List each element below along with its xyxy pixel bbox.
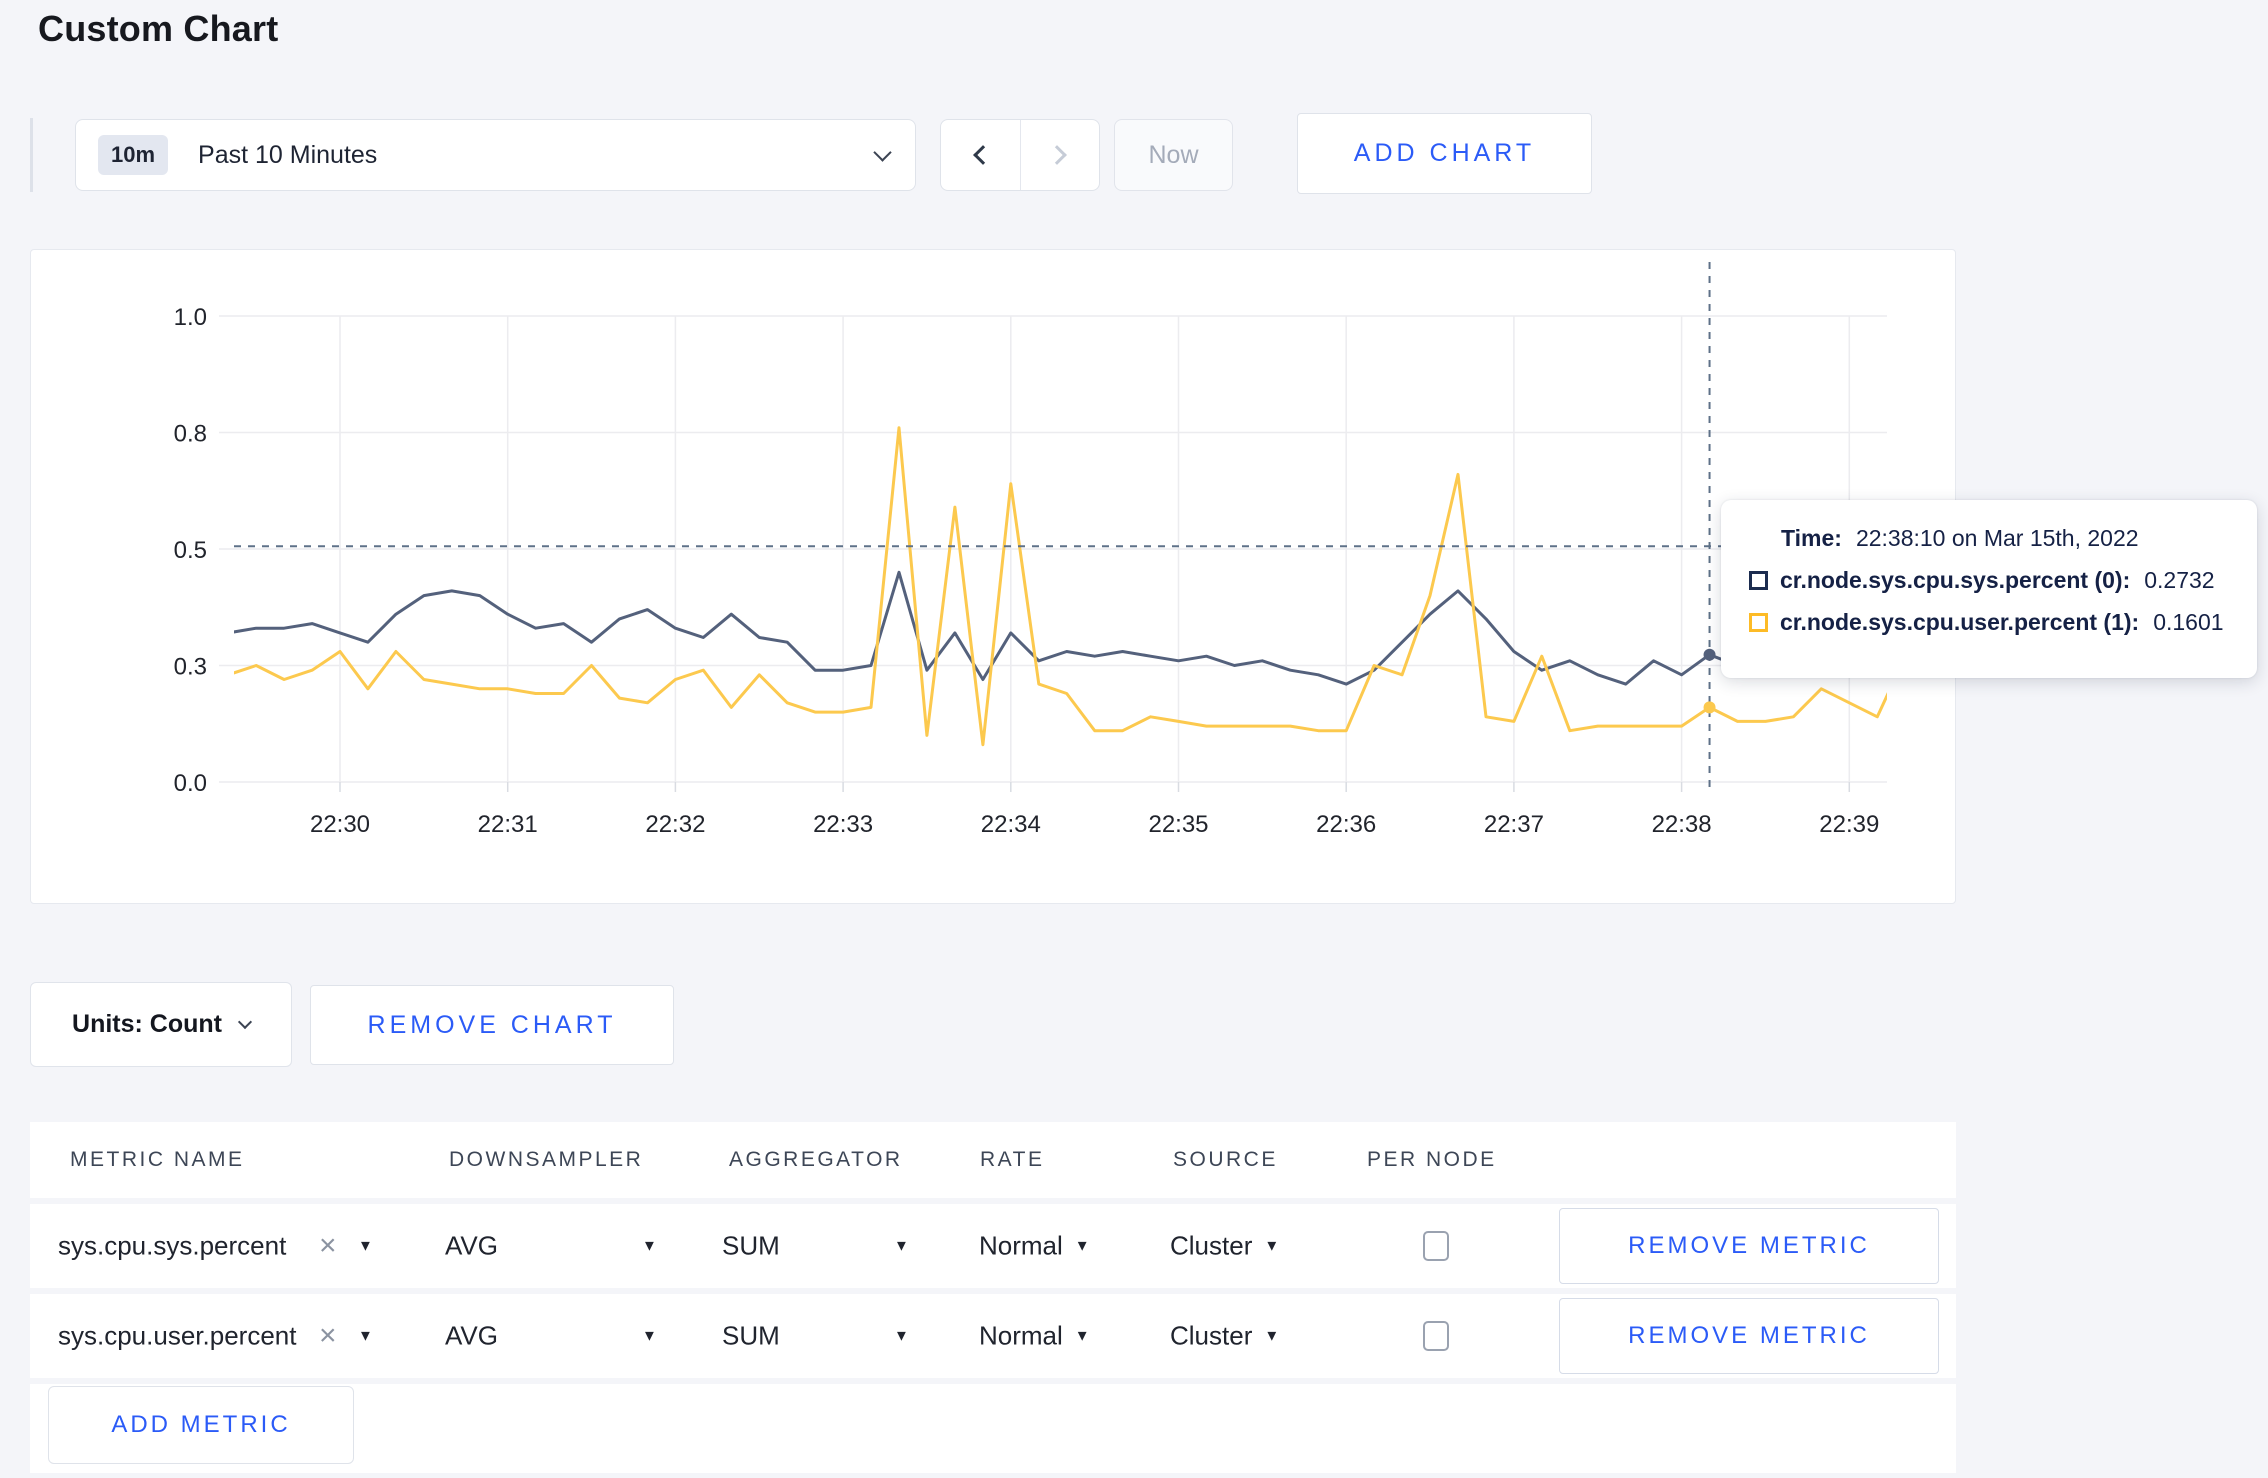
source-select[interactable]: Cluster ▼ — [1170, 1321, 1279, 1352]
toolbar-divider — [30, 118, 33, 192]
rate-select[interactable]: Normal ▼ — [979, 1321, 1090, 1352]
metrics-table-footer: ADD METRIC — [30, 1384, 1956, 1473]
chevron-left-icon — [973, 145, 994, 165]
downsampler-select[interactable]: AVG — [445, 1321, 498, 1352]
units-label: Units: Count — [72, 1010, 222, 1038]
previous-interval-button[interactable] — [941, 120, 1020, 190]
series-swatch-user-icon — [1749, 613, 1768, 632]
svg-text:22:31: 22:31 — [478, 811, 538, 838]
downsampler-select[interactable]: AVG — [445, 1231, 498, 1262]
remove-metric-button[interactable]: REMOVE METRIC — [1559, 1298, 1939, 1374]
svg-text:22:33: 22:33 — [813, 811, 873, 838]
page-title: Custom Chart — [38, 8, 279, 49]
aggregator-select[interactable]: SUM — [722, 1321, 780, 1352]
metric-caret-icon[interactable]: ▼ — [358, 1238, 373, 1255]
remove-metric-button[interactable]: REMOVE METRIC — [1559, 1208, 1939, 1284]
source-value: Cluster — [1170, 1230, 1253, 1261]
time-pager — [940, 119, 1100, 191]
svg-text:22:32: 22:32 — [645, 811, 705, 838]
svg-text:0.3: 0.3 — [174, 654, 207, 681]
chevron-down-icon — [237, 1014, 253, 1029]
svg-text:22:36: 22:36 — [1316, 811, 1376, 838]
source-select[interactable]: Cluster ▼ — [1170, 1231, 1279, 1262]
svg-text:22:39: 22:39 — [1819, 811, 1879, 838]
column-header-downsampler: DOWNSAMPLER — [449, 1148, 644, 1171]
metric-name-value[interactable]: sys.cpu.user.percent — [58, 1321, 296, 1352]
tooltip-series-value: 0.1601 — [2153, 609, 2224, 635]
column-header-metric-name: METRIC NAME — [70, 1148, 245, 1171]
remove-metric-x-icon[interactable]: × — [319, 1319, 337, 1353]
remove-metric-x-icon[interactable]: × — [319, 1229, 337, 1263]
time-range-dropdown[interactable]: 10m Past 10 Minutes — [75, 119, 916, 191]
aggregator-caret-icon[interactable]: ▼ — [894, 1328, 909, 1345]
per-node-checkbox[interactable] — [1423, 1231, 1449, 1261]
column-header-source: SOURCE — [1173, 1148, 1278, 1171]
chart-hover-tooltip: Time: 22:38:10 on Mar 15th, 2022 cr.node… — [1721, 500, 2257, 678]
add-chart-button[interactable]: ADD CHART — [1297, 113, 1592, 194]
svg-text:22:38: 22:38 — [1652, 811, 1712, 838]
source-caret-icon: ▼ — [1264, 1237, 1280, 1255]
downsampler-caret-icon[interactable]: ▼ — [642, 1328, 657, 1345]
time-range-badge: 10m — [98, 135, 169, 175]
metrics-table-header: METRIC NAME DOWNSAMPLER AGGREGATOR RATE … — [30, 1122, 1956, 1198]
per-node-checkbox[interactable] — [1423, 1321, 1449, 1351]
chart-card: 0.0 0.3 0.5 0.8 1.0 22:30 22:31 22:32 22:33 22:34… — [30, 249, 1956, 904]
svg-text:0.5: 0.5 — [174, 537, 207, 564]
svg-text:22:30: 22:30 — [310, 811, 370, 838]
timeseries-chart[interactable]: 0.0 0.3 0.5 0.8 1.0 22:30 22:31 22:32 22:33 22:34… — [31, 250, 1955, 903]
metric-name-value[interactable]: sys.cpu.sys.percent — [58, 1231, 286, 1262]
rate-select[interactable]: Normal ▼ — [979, 1231, 1090, 1262]
source-value: Cluster — [1170, 1320, 1253, 1351]
svg-text:22:34: 22:34 — [981, 811, 1041, 838]
time-range-label: Past 10 Minutes — [198, 140, 378, 169]
svg-text:1.0: 1.0 — [174, 304, 207, 331]
column-header-aggregator: AGGREGATOR — [729, 1148, 903, 1171]
tooltip-series-label: cr.node.sys.cpu.user.percent (1): — [1780, 609, 2140, 635]
series-swatch-sys-icon — [1749, 571, 1768, 590]
downsampler-caret-icon[interactable]: ▼ — [642, 1238, 657, 1255]
rate-caret-icon: ▼ — [1074, 1327, 1090, 1345]
now-button[interactable]: Now — [1114, 119, 1233, 191]
chevron-down-icon — [873, 142, 892, 162]
rate-value: Normal — [979, 1230, 1063, 1261]
tooltip-time-label: Time: — [1781, 525, 1842, 551]
tooltip-series-value: 0.2732 — [2144, 567, 2215, 593]
column-header-per-node: PER NODE — [1367, 1148, 1497, 1171]
add-metric-button[interactable]: ADD METRIC — [48, 1386, 354, 1464]
svg-text:0.0: 0.0 — [174, 770, 207, 797]
aggregator-caret-icon[interactable]: ▼ — [894, 1238, 909, 1255]
rate-caret-icon: ▼ — [1074, 1237, 1090, 1255]
tooltip-series-label: cr.node.sys.cpu.sys.percent (0): — [1780, 567, 2131, 593]
aggregator-select[interactable]: SUM — [722, 1231, 780, 1262]
metric-row: sys.cpu.sys.percent × ▼ AVG ▼ SUM ▼ Norm… — [30, 1204, 1956, 1288]
tooltip-time-value: 22:38:10 on Mar 15th, 2022 — [1855, 525, 2139, 551]
chevron-right-icon — [1046, 145, 1067, 165]
metric-row: sys.cpu.user.percent × ▼ AVG ▼ SUM ▼ Nor… — [30, 1294, 1956, 1378]
svg-text:22:35: 22:35 — [1148, 811, 1208, 838]
rate-value: Normal — [979, 1320, 1063, 1351]
metric-caret-icon[interactable]: ▼ — [358, 1328, 373, 1345]
source-caret-icon: ▼ — [1264, 1327, 1280, 1345]
remove-chart-button[interactable]: REMOVE CHART — [310, 985, 674, 1065]
column-header-rate: RATE — [980, 1148, 1045, 1171]
units-dropdown[interactable]: Units: Count — [30, 982, 292, 1067]
svg-text:0.8: 0.8 — [174, 421, 207, 448]
next-interval-button[interactable] — [1019, 120, 1100, 190]
svg-text:22:37: 22:37 — [1484, 811, 1544, 838]
